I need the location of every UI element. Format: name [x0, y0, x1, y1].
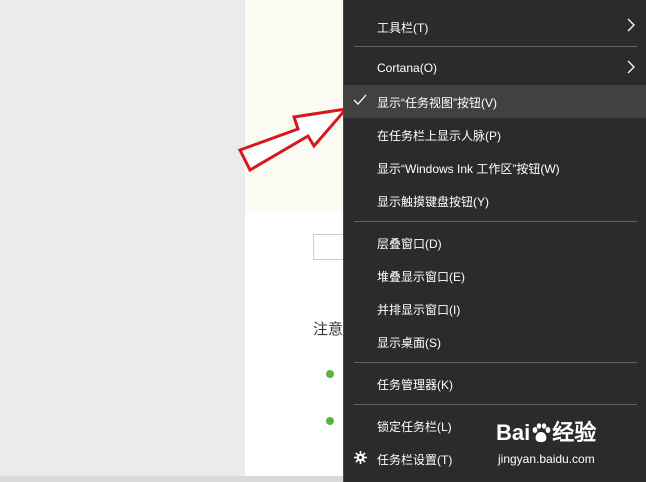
baidu-url: jingyan.baidu.com [498, 452, 595, 466]
menu-item-label: 任务栏设置(T) [377, 453, 453, 467]
chevron-right-icon [627, 18, 635, 32]
menu-item-side-by-side-windows[interactable]: 并排显示窗口(I) [344, 292, 646, 325]
menu-item-label: 并排显示窗口(I) [377, 303, 461, 317]
menu-separator [354, 46, 637, 47]
menu-separator [354, 221, 637, 222]
menu-item-label: 锁定任务栏(L) [377, 420, 452, 434]
menu-item-cascade-windows[interactable]: 层叠窗口(D) [344, 226, 646, 259]
menu-item-show-desktop[interactable]: 显示桌面(S) [344, 325, 646, 358]
left-panel [0, 0, 245, 482]
menu-item-show-windows-ink[interactable]: 显示“Windows Ink 工作区”按钮(W) [344, 151, 646, 184]
baidu-jingyan-text: 经验 [552, 420, 597, 445]
menu-item-label: 显示“任务视图”按钮(V) [377, 96, 497, 110]
menu-item-stack-windows[interactable]: 堆叠显示窗口(E) [344, 259, 646, 292]
annotation-arrow-icon [237, 106, 350, 173]
menu-separator [354, 404, 637, 405]
menu-item-label: 显示“Windows Ink 工作区”按钮(W) [377, 162, 560, 176]
menu-item-label: 工具栏(T) [377, 21, 429, 35]
menu-item-label: 在任务栏上显示人脉(P) [377, 129, 501, 143]
menu-item-toolbars[interactable]: 工具栏(T) [344, 10, 646, 43]
list-bullet-dot [326, 417, 334, 425]
taskbar-context-menu: 工具栏(T) Cortana(O) 显示“任务视图”按钮(V) 在任务栏上显示人… [343, 0, 646, 482]
note-heading: 注意 [313, 321, 344, 338]
baidu-watermark: Bai 经验 jingyan.baidu.com [492, 412, 642, 472]
menu-item-task-manager[interactable]: 任务管理器(K) [344, 367, 646, 400]
menu-item-show-people[interactable]: 在任务栏上显示人脉(P) [344, 118, 646, 151]
menu-item-label: 显示桌面(S) [377, 336, 441, 350]
list-bullet-dot [326, 370, 334, 378]
menu-item-label: 任务管理器(K) [377, 378, 453, 392]
menu-item-label: 堆叠显示窗口(E) [377, 270, 465, 284]
menu-item-show-touch-keyboard[interactable]: 显示触摸键盘按钮(Y) [344, 184, 646, 217]
checkmark-icon [353, 94, 367, 105]
menu-item-show-task-view-button[interactable]: 显示“任务视图”按钮(V) [344, 85, 646, 118]
menu-item-label: 层叠窗口(D) [377, 237, 442, 251]
baidu-paw-icon [532, 423, 551, 443]
menu-item-cortana[interactable]: Cortana(O) [344, 52, 646, 85]
taskbar-edge [0, 476, 343, 482]
menu-item-label: Cortana(O) [377, 61, 438, 75]
gear-icon [354, 451, 367, 464]
baidu-logo: Bai 经验 [496, 415, 596, 447]
chevron-right-icon [627, 60, 635, 74]
menu-item-label: 显示触摸键盘按钮(Y) [377, 195, 489, 209]
menu-separator [354, 362, 637, 363]
baidu-logo-text: Bai [496, 420, 531, 445]
